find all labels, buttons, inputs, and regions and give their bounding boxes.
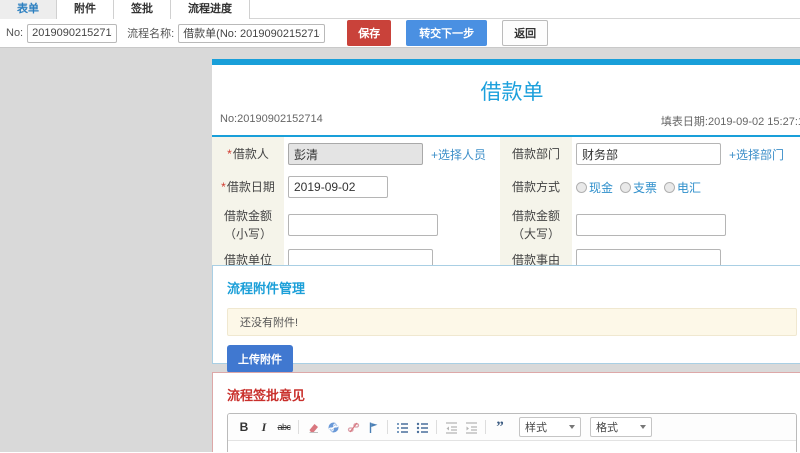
approval-panel: 流程签批意见 B I abc ” 样式 格式 <box>212 372 800 452</box>
form-fill-date: 填表日期:2019-09-02 15:27:1 <box>660 116 800 128</box>
borrow-date-label: *借款日期 <box>212 171 284 203</box>
borrow-method-field-cell: 现金 支票 电汇 <box>572 171 800 203</box>
chevron-down-icon <box>640 425 646 429</box>
no-input[interactable] <box>27 23 118 43</box>
process-name-input[interactable] <box>178 23 326 43</box>
upload-attachment-button[interactable]: 上传附件 <box>227 345 293 373</box>
method-option-cheque[interactable]: 支票 <box>620 179 657 196</box>
borrower-input[interactable] <box>288 143 423 165</box>
method-option-wire[interactable]: 电汇 <box>664 179 701 196</box>
action-toolbar: No: 流程名称: 保存 转交下一步 返回 <box>0 19 800 48</box>
borrow-method-label: 借款方式 <box>500 171 572 203</box>
italic-icon[interactable]: I <box>255 419 273 436</box>
approval-section-title: 流程签批意见 <box>227 388 306 403</box>
radio-icon[interactable] <box>620 181 632 193</box>
format-dropdown[interactable]: 格式 <box>590 417 652 437</box>
indent-icon[interactable] <box>462 419 480 436</box>
toolbar-separator <box>298 420 299 434</box>
radio-icon[interactable] <box>664 181 676 193</box>
app-root: 表单 附件 签批 流程进度 No: 流程名称: 保存 转交下一步 返回 借款单 … <box>0 0 800 453</box>
forward-next-step-button[interactable]: 转交下一步 <box>406 20 488 46</box>
select-person-link[interactable]: +选择人员 <box>431 146 486 163</box>
borrower-field-cell: +选择人员 <box>284 137 500 171</box>
amount-lowercase-field-cell <box>284 203 500 247</box>
required-marker: * <box>227 147 232 161</box>
style-dropdown-label: 样式 <box>525 422 547 434</box>
borrow-date-input[interactable] <box>288 176 388 198</box>
style-dropdown[interactable]: 样式 <box>519 417 581 437</box>
remove-format-icon[interactable] <box>304 419 322 436</box>
format-dropdown-label: 格式 <box>596 422 618 434</box>
amount-uppercase-field-cell <box>572 203 800 247</box>
loan-form-panel: 借款单 No:20190902152714 填表日期:2019-09-02 15… <box>212 59 800 277</box>
department-input[interactable] <box>576 143 721 165</box>
editor-toolbar: B I abc ” 样式 格式 <box>228 414 796 441</box>
tab-bar: 表单 附件 签批 流程进度 <box>0 0 800 19</box>
toolbar-separator <box>436 420 437 434</box>
amount-lowercase-input[interactable] <box>288 214 438 236</box>
form-number: No:20190902152714 <box>220 113 323 125</box>
radio-icon[interactable] <box>576 181 587 193</box>
loan-form-grid: *借款人 +选择人员 借款部门 +选择部门 *借款日期 <box>212 137 800 273</box>
form-info-row: No:20190902152714 填表日期:2019-09-02 15:27:… <box>212 113 800 137</box>
bullet-list-icon[interactable] <box>413 419 431 436</box>
bold-icon[interactable]: B <box>235 419 253 436</box>
borrower-label: *借款人 <box>212 137 284 171</box>
chevron-down-icon <box>569 425 575 429</box>
outdent-icon[interactable] <box>442 419 460 436</box>
no-label: No: <box>6 27 24 39</box>
strikethrough-icon[interactable]: abc <box>275 419 293 436</box>
back-button[interactable]: 返回 <box>502 20 549 46</box>
required-marker: * <box>221 180 226 194</box>
toolbar-separator <box>387 420 388 434</box>
department-field-cell: +选择部门 <box>572 137 800 171</box>
tab-form[interactable]: 表单 <box>0 0 57 19</box>
content-area: 借款单 No:20190902152714 填表日期:2019-09-02 15… <box>0 48 800 452</box>
attachment-panel: 流程附件管理 还没有附件! 上传附件 <box>212 265 800 373</box>
blockquote-icon[interactable]: ” <box>491 419 509 436</box>
amount-lowercase-label: 借款金额（小写） <box>212 203 284 247</box>
insert-link-icon[interactable] <box>324 419 342 436</box>
attachment-section-title: 流程附件管理 <box>227 281 306 296</box>
method-option-cash[interactable]: 现金 <box>576 179 613 196</box>
select-department-link[interactable]: +选择部门 <box>729 146 784 163</box>
tab-approval[interactable]: 签批 <box>114 0 171 19</box>
tab-progress[interactable]: 流程进度 <box>171 0 250 19</box>
borrow-date-field-cell <box>284 171 500 203</box>
toolbar-separator <box>485 420 486 434</box>
anchor-flag-icon[interactable] <box>364 419 382 436</box>
form-title: 借款单 <box>480 81 544 104</box>
amount-uppercase-input[interactable] <box>576 214 726 236</box>
tab-attachment[interactable]: 附件 <box>57 0 114 19</box>
ordered-list-icon[interactable] <box>393 419 411 436</box>
rich-text-editor: B I abc ” 样式 格式 <box>227 413 797 452</box>
save-button[interactable]: 保存 <box>347 20 392 46</box>
department-label: 借款部门 <box>500 137 572 171</box>
no-attachment-message: 还没有附件! <box>227 308 797 336</box>
amount-uppercase-label: 借款金额（大写） <box>500 203 572 247</box>
editor-content-area[interactable] <box>228 441 796 452</box>
unlink-icon[interactable] <box>344 419 362 436</box>
process-name-label: 流程名称: <box>127 28 175 40</box>
